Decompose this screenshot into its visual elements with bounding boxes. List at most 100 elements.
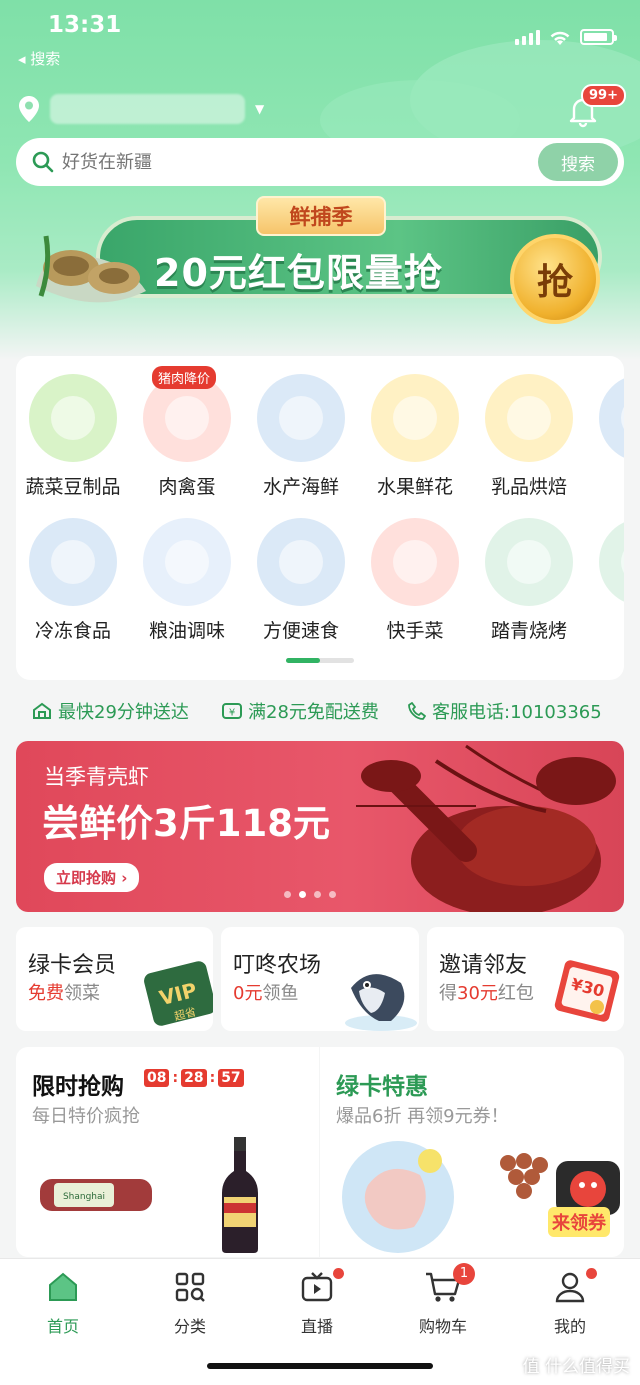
category-item[interactable]: 方便速食 (244, 518, 358, 643)
promo-carousel-dots (284, 891, 336, 898)
tab-category[interactable]: 分类 (140, 1271, 240, 1337)
card-subtitle: 得30元红包 (439, 983, 534, 1004)
coupon-label: 来领券 (548, 1207, 610, 1237)
category-item[interactable]: 零 (586, 518, 624, 643)
green-card-deals-panel[interactable]: 绿卡特惠 爆品6折 再领9元券！ 来领券 (320, 1047, 624, 1257)
dingdong-farm-card[interactable]: 叮咚农场 0元领鱼 (221, 927, 419, 1031)
category-label: 水果鲜花 (376, 476, 453, 498)
flash-sale-subtitle: 每日特价疯抢 (32, 1106, 140, 1127)
green-card-subtitle: 爆品6折 再领9元券！ (336, 1106, 509, 1127)
yen-icon: ¥ (222, 703, 242, 719)
location-pin-icon (19, 96, 39, 122)
category-item[interactable]: 粮油调味 (130, 518, 244, 643)
tab-live[interactable]: 直播 (267, 1268, 367, 1337)
tab-cart-label: 购物车 (418, 1317, 467, 1336)
carousel-dot[interactable] (284, 891, 291, 898)
grapes-product-image[interactable] (488, 1143, 558, 1213)
category-badge: 猪肉降价 (152, 366, 217, 389)
location-selector[interactable]: ▼ (18, 94, 264, 124)
category-image (257, 518, 345, 606)
svg-text:¥: ¥ (229, 708, 235, 719)
buy-now-button[interactable]: 立即抢购 › (44, 863, 140, 892)
category-label: 零 (586, 616, 624, 643)
battery-icon (580, 29, 617, 45)
category-item[interactable]: 水产海鲜 (244, 374, 358, 499)
cart-count-badge: 1 (453, 1263, 475, 1285)
red-envelope-icon: ¥30 (554, 960, 620, 1022)
card-subtitle: 免费领菜 (28, 983, 100, 1004)
live-tv-icon (301, 1272, 333, 1302)
category-image (257, 374, 345, 462)
search-icon (32, 151, 54, 173)
carousel-dot[interactable] (299, 891, 306, 898)
service-hotline[interactable]: 客服电话:10103365 (408, 698, 602, 724)
category-image (599, 374, 624, 462)
wifi-icon (550, 31, 570, 45)
search-button[interactable]: 搜索 (538, 143, 618, 181)
crayfish-illustration (356, 744, 616, 912)
vip-badge-icon: VIP 超省 (144, 961, 213, 1026)
carousel-dot[interactable] (314, 891, 321, 898)
vinegar-bottle-image[interactable] (218, 1135, 262, 1255)
chicken-product-image[interactable] (338, 1135, 462, 1253)
banner-tag: 鲜捕季 (256, 196, 386, 236)
category-label: 冷 (586, 472, 624, 499)
tab-live-label: 直播 (300, 1317, 333, 1336)
profile-dot (586, 1268, 597, 1279)
flash-sale-panel[interactable]: 限时抢购 08: 28: 57 每日特价疯抢 Shanghai (16, 1047, 319, 1257)
category-item[interactable]: 踏青烧烤 (472, 518, 586, 643)
watermark: 值 什么值得买 (522, 1357, 630, 1377)
category-image (143, 518, 231, 606)
search-input[interactable] (62, 151, 538, 173)
service-delivery: 最快29分钟送达 (32, 698, 189, 724)
countdown-timer: 08: 28: 57 (144, 1069, 244, 1087)
invite-neighbors-card[interactable]: 邀请邻友 得30元红包 ¥30 (427, 927, 624, 1031)
sausage-product-image[interactable]: Shanghai (36, 1165, 156, 1225)
home-indicator (207, 1363, 433, 1369)
category-item[interactable]: 水果鲜花 (358, 374, 472, 499)
status-time: 13:31 (48, 12, 122, 38)
category-label: 冷冻食品 (34, 620, 111, 642)
service-hotline-text: 客服电话:10103365 (432, 702, 602, 723)
green-card-member-card[interactable]: 绿卡会员 免费领菜 VIP 超省 (16, 927, 213, 1031)
hero-banner[interactable]: 鲜捕季 20元红包限量抢 抢 (26, 196, 614, 330)
sausage-label-text: Shanghai (63, 1192, 105, 1202)
back-to-search-link[interactable]: ◂ 搜索 (18, 48, 60, 69)
category-image (371, 374, 459, 462)
tab-cart[interactable]: 1 购物车 (393, 1263, 493, 1337)
category-item[interactable]: 快手菜 (358, 518, 472, 643)
category-label: 方便速食 (262, 620, 339, 642)
tab-category-label: 分类 (173, 1317, 206, 1336)
search-bar[interactable]: 搜索 (16, 138, 624, 186)
crayfish-promo-banner[interactable]: 当季青壳虾 尝鲜价3斤118元 立即抢购 › (16, 741, 624, 912)
promo-title: 尝鲜价3斤118元 (42, 802, 330, 845)
home-icon (49, 1272, 77, 1301)
grab-coin-button[interactable]: 抢 (510, 234, 600, 324)
chevron-down-icon: ▼ (255, 102, 265, 116)
category-label: 踏青烧烤 (490, 620, 567, 642)
coupon-sticker[interactable]: 来领券 (548, 1155, 624, 1237)
tab-home[interactable]: 首页 (13, 1271, 113, 1337)
countdown-seconds: 57 (218, 1069, 244, 1087)
category-label: 粮油调味 (148, 620, 225, 642)
category-item[interactable]: 冷冻食品 (16, 518, 130, 643)
category-item[interactable]: 冷 (586, 374, 624, 499)
card-subtitle: 0元领鱼 (233, 983, 299, 1004)
category-label: 水产海鲜 (262, 476, 339, 498)
tab-profile[interactable]: 我的 (520, 1268, 620, 1337)
fish-mascot-icon (345, 974, 417, 1031)
tab-home-label: 首页 (46, 1317, 79, 1336)
category-label: 蔬菜豆制品 (25, 476, 121, 498)
category-item[interactable]: 蔬菜豆制品 (16, 374, 130, 499)
category-image (29, 518, 117, 606)
carousel-dot[interactable] (329, 891, 336, 898)
service-delivery-text: 最快29分钟送达 (58, 702, 189, 723)
category-item[interactable]: 猪肉降价 肉禽蛋 (130, 366, 244, 499)
category-label: 肉禽蛋 (158, 476, 216, 498)
category-item[interactable]: 乳品烘焙 (472, 374, 586, 499)
category-image (371, 518, 459, 606)
card-title: 叮咚农场 (233, 953, 322, 978)
signal-icon (515, 29, 540, 45)
countdown-hours: 08 (144, 1069, 170, 1087)
home-delivery-icon (33, 702, 51, 719)
